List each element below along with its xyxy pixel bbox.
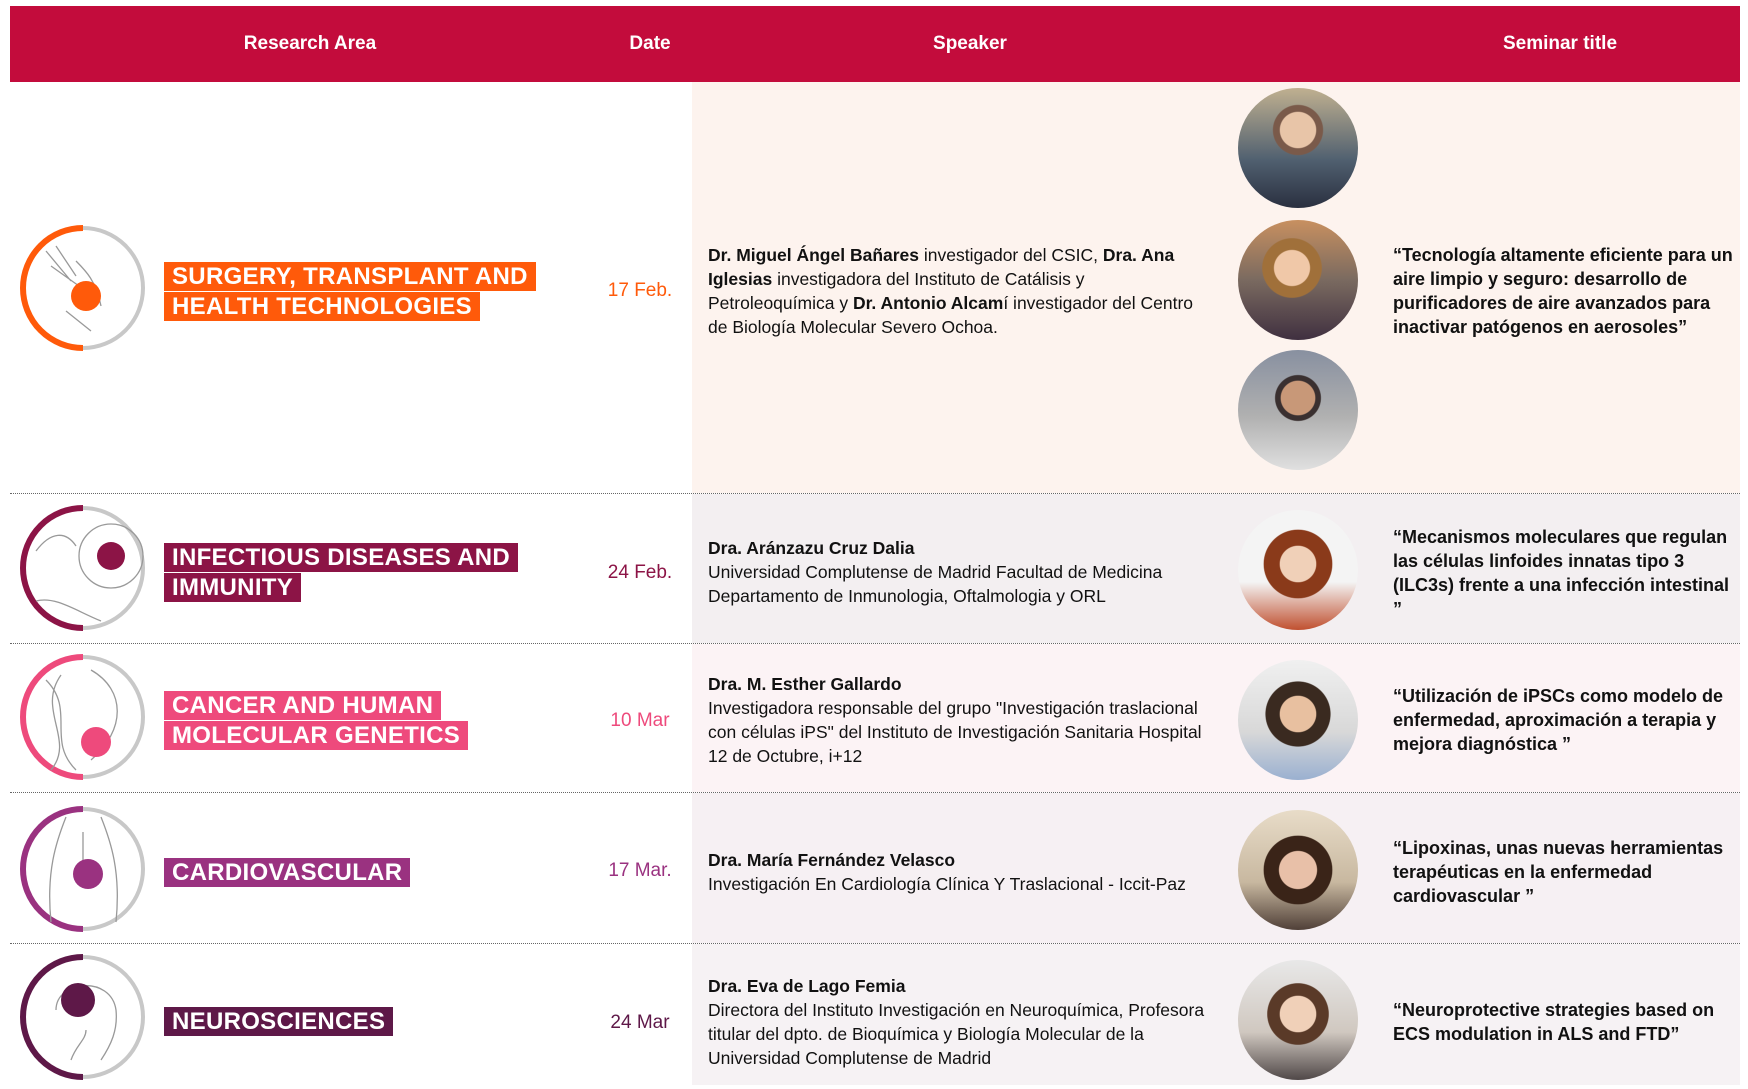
speaker-text: investigador del CSIC, <box>919 245 1103 265</box>
area-label: SURGERY, TRANSPLANT AND HEALTH TECHNOLOG… <box>164 262 536 322</box>
speaker-affiliation: Universidad Complutense de Madrid Facult… <box>708 562 1163 606</box>
heart-icon <box>16 802 150 936</box>
area-label-line1: INFECTIOUS DISEASES AND <box>164 543 519 572</box>
seminar-date: 17 Feb. <box>607 280 673 301</box>
speaker-description: Dra. Aránzazu Cruz Dalia Universidad Com… <box>708 536 1213 608</box>
speaker-name: Dra. M. Esther Gallardo <box>708 674 902 694</box>
seminar-title: “Lipoxinas, unas nuevas herramientas ter… <box>1393 838 1724 906</box>
header-date: Date <box>629 33 671 54</box>
immunity-icon <box>16 501 150 635</box>
area-label: CARDIOVASCULAR <box>164 858 411 888</box>
speaker-name: Dra. Aránzazu Cruz Dalia <box>708 538 915 558</box>
seminar-title: “Neuroprotective strategies based on ECS… <box>1393 1000 1715 1044</box>
seminar-title: “Utilización de iPSCs como modelo de enf… <box>1393 686 1724 754</box>
speaker-name: Dra. María Fernández Velasco <box>708 850 956 870</box>
header-research-area: Research Area <box>243 33 377 54</box>
speaker-photo <box>1238 220 1358 340</box>
header-seminar-title: Seminar title <box>1502 33 1618 54</box>
table-header: Research Area Date Speaker Seminar title <box>10 6 1740 82</box>
dna-ribbon-icon <box>16 650 150 784</box>
speaker-description: Dra. M. Esther Gallardo Investigadora re… <box>708 672 1213 768</box>
area-label: NEUROSCIENCES <box>164 1007 394 1037</box>
area-label-line1: NEUROSCIENCES <box>164 1007 394 1036</box>
speaker-name: Dr. Miguel Ángel Bañares <box>708 245 920 265</box>
speaker-description: Dra. María Fernández Velasco Investigaci… <box>708 848 1213 896</box>
area-label-line2: MOLECULAR GENETICS <box>164 721 469 750</box>
area-label-line2: HEALTH TECHNOLOGIES <box>164 292 480 321</box>
speaker-photo <box>1238 510 1358 630</box>
seminar-date: 24 Mar <box>610 1012 670 1033</box>
area-label-line1: SURGERY, TRANSPLANT AND <box>164 262 536 291</box>
speaker-photo <box>1238 960 1358 1080</box>
seminar-date: 17 Mar. <box>608 860 672 881</box>
seminar-title: “Mecanismos moleculares que regulan las … <box>1393 527 1730 619</box>
area-label: CANCER AND HUMAN MOLECULAR GENETICS <box>164 691 469 751</box>
speaker-name: Dra. Eva de Lago Femia <box>708 976 906 996</box>
speaker-name: Dr. Antonio Alcam <box>852 293 1004 313</box>
speaker-affiliation: Investigación En Cardiología Clínica Y T… <box>708 874 1186 894</box>
area-label-line1: CANCER AND HUMAN <box>164 691 442 720</box>
speaker-affiliation: Investigadora responsable del grupo "Inv… <box>708 698 1202 766</box>
speaker-photo <box>1238 350 1358 470</box>
area-label-line1: CARDIOVASCULAR <box>164 858 411 887</box>
surgery-icon <box>16 221 150 355</box>
header-speaker: Speaker <box>933 33 1007 54</box>
seminar-date: 10 Mar <box>610 710 670 731</box>
brain-icon <box>16 950 150 1084</box>
seminar-title: “Tecnología altamente eficiente para un … <box>1393 245 1733 337</box>
speaker-photo <box>1238 660 1358 780</box>
speaker-photo <box>1238 810 1358 930</box>
seminar-date: 24 Feb. <box>607 562 673 583</box>
speaker-description: Dr. Miguel Ángel Bañares investigador de… <box>708 243 1213 339</box>
speaker-photo <box>1238 88 1358 208</box>
speaker-affiliation: Directora del Instituto Investigación en… <box>708 1000 1205 1068</box>
area-label: INFECTIOUS DISEASES AND IMMUNITY <box>164 543 519 603</box>
area-label-line2: IMMUNITY <box>164 573 302 602</box>
speaker-description: Dra. Eva de Lago Femia Directora del Ins… <box>708 974 1213 1070</box>
